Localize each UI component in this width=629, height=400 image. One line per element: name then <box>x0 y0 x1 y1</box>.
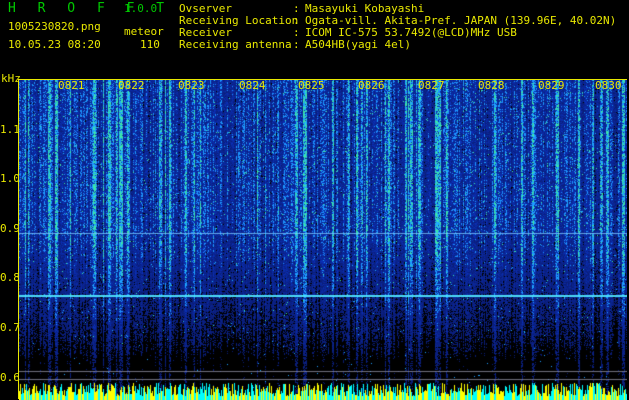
station-info: Ovserver : Masayuki Kobayashi Receiving … <box>179 3 616 51</box>
info-value: A504HB(yagi 4el) <box>305 38 411 51</box>
x-tick-label: 0823 <box>178 79 205 92</box>
y-tick-label: 0.6 <box>0 371 20 384</box>
x-tick-label: 0828 <box>478 79 505 92</box>
plot-frame <box>18 79 627 399</box>
y-tick-label: 1.0 <box>0 172 20 185</box>
x-tick-label: 0830 <box>595 79 622 92</box>
y-tick-label: 0.7 <box>0 321 20 334</box>
x-tick-label: 0821 <box>58 79 85 92</box>
y-tick-label: 0.8 <box>0 271 20 284</box>
y-tick-label: 1.1 <box>0 123 20 136</box>
x-tick-label: 0822 <box>118 79 145 92</box>
x-tick-label: 0826 <box>358 79 385 92</box>
x-tick-label: 0827 <box>418 79 445 92</box>
timestamp: 10.05.23 08:20 <box>8 38 101 51</box>
x-tick-label: 0829 <box>538 79 565 92</box>
x-tick-label: 0824 <box>239 79 266 92</box>
detection-count: 110 <box>140 38 160 51</box>
info-row-antenna: Receiving antenna : A504HB(yagi 4el) <box>179 39 616 51</box>
mode-label: meteor <box>124 25 164 38</box>
info-sep: : <box>293 38 300 51</box>
file-name: 1005230820.png <box>8 20 101 33</box>
y-tick-label: 0.9 <box>0 222 20 235</box>
app-version: 1.0.0 <box>124 2 158 15</box>
x-tick-label: 0825 <box>298 79 325 92</box>
info-key: Receiving antenna <box>179 38 292 51</box>
